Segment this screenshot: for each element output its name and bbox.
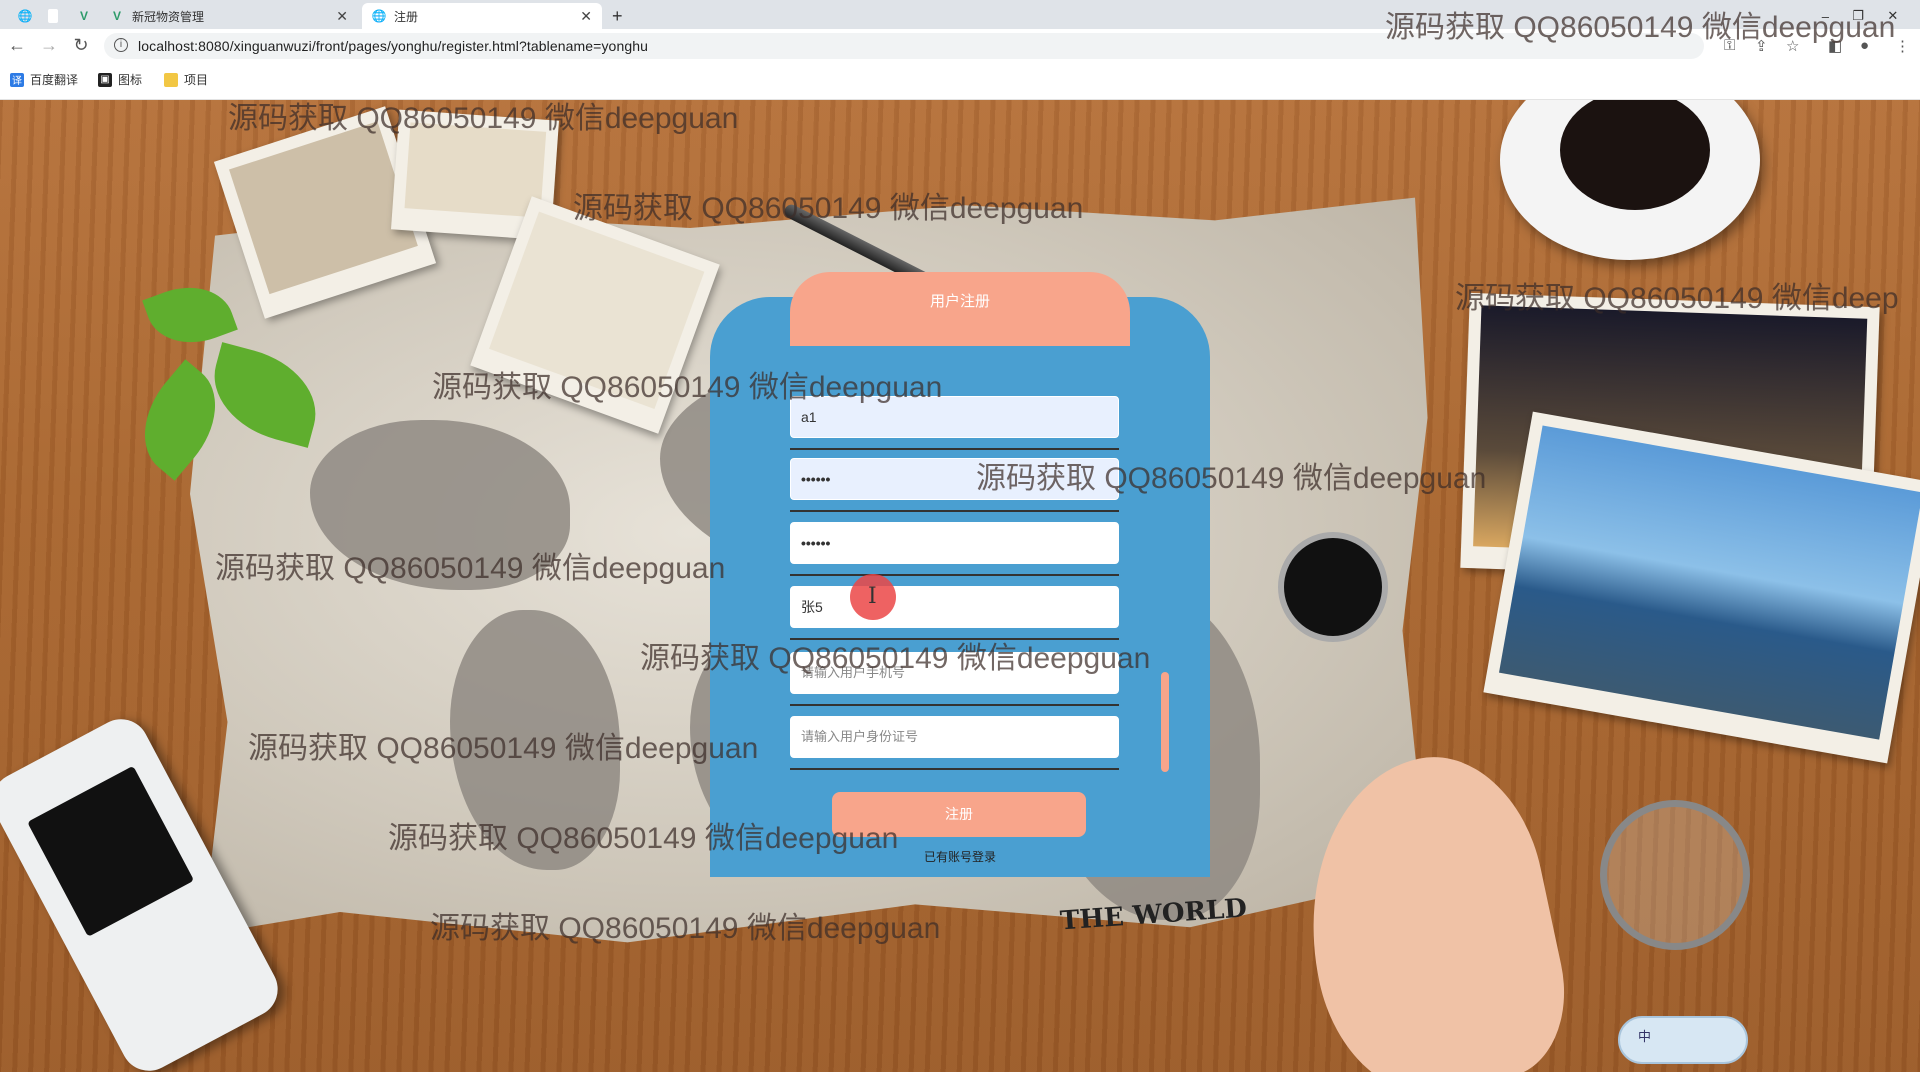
back-icon[interactable]: ← <box>6 35 28 56</box>
folder-icon <box>164 72 178 87</box>
close-tab-icon[interactable]: ✕ <box>336 8 348 25</box>
image-icon: ▣ <box>98 72 112 87</box>
watermark: 源码获取 QQ86050149 微信deepguan <box>432 371 943 404</box>
bookmark-baidu-translate[interactable]: 译 百度翻译 <box>10 71 78 88</box>
watermark: 源码获取 QQ86050149 微信deepguan <box>1385 11 1896 44</box>
field-divider <box>790 510 1119 512</box>
reload-icon[interactable]: ↻ <box>70 35 92 56</box>
bookmark-icons[interactable]: ▣ 图标 <box>98 71 142 88</box>
menu-icon[interactable]: ⋮ <box>1895 37 1910 55</box>
new-tab-button[interactable]: + <box>612 3 638 29</box>
tab-pinned-2[interactable] <box>38 3 66 29</box>
translate-icon: 译 <box>10 72 24 87</box>
close-tab-icon[interactable]: ✕ <box>580 8 592 25</box>
text-cursor-icon: I <box>868 584 877 609</box>
watermark: 源码获取 QQ86050149 微信deepguan <box>248 732 759 765</box>
bookmark-project[interactable]: 项目 <box>164 71 208 88</box>
watermark: 源码获取 QQ86050149 微信deepguan <box>640 642 1151 675</box>
tab-label: 注册 <box>394 9 419 24</box>
form-scrollbar[interactable] <box>1161 672 1169 772</box>
field-divider <box>790 704 1119 706</box>
tab-pinned-vue[interactable]: V <box>70 3 96 29</box>
watermark: 源码获取 QQ86050149 微信deepguan <box>573 192 1084 225</box>
coffee-cup <box>1500 100 1760 260</box>
bookmark-label: 图标 <box>118 73 143 87</box>
tab-xinguan[interactable]: V 新冠物资管理 ✕ <box>100 3 358 29</box>
blank-page-icon <box>48 9 58 23</box>
tab-register[interactable]: 🌐 注册 ✕ <box>362 3 602 29</box>
watermark: 源码获取 QQ86050149 微信deepguan <box>976 462 1487 495</box>
globe-icon: 🌐 <box>371 9 387 23</box>
magnifying-glass <box>1600 800 1750 950</box>
watermark: 源码获取 QQ86050149 微信deepguan <box>430 912 941 945</box>
tab-pinned-1[interactable]: 🌐 <box>8 3 34 29</box>
ime-label: 中 <box>1638 1029 1652 1044</box>
compass <box>1278 532 1388 642</box>
vue-icon: V <box>80 9 89 23</box>
confirm-password-input[interactable]: •••••• <box>790 522 1119 564</box>
plus-icon: + <box>612 5 623 26</box>
url-text[interactable]: localhost:8080/xinguanwuzi/front/pages/y… <box>138 38 648 54</box>
watermark: 源码获取 QQ86050149 微信deep <box>1455 282 1899 315</box>
bookmark-label: 百度翻译 <box>30 73 79 87</box>
ime-indicator[interactable]: 中 <box>1618 1016 1748 1064</box>
field-divider <box>790 574 1119 576</box>
field-divider <box>790 448 1119 450</box>
forward-icon[interactable]: → <box>38 35 60 56</box>
site-info-icon[interactable]: i <box>114 38 128 52</box>
watermark: 源码获取 QQ86050149 微信deepguan <box>215 552 726 585</box>
watermark: 源码获取 QQ86050149 微信deepguan <box>388 822 899 855</box>
vue-icon: V <box>112 9 121 23</box>
globe-icon: 🌐 <box>17 9 33 23</box>
bookmark-label: 项目 <box>184 73 209 87</box>
register-title: 用户注册 <box>929 293 990 310</box>
id-number-input[interactable]: 请输入用户身份证号 <box>790 716 1119 758</box>
name-input[interactable]: 张5 <box>790 586 1119 628</box>
watermark: 源码获取 QQ86050149 微信deepguan <box>228 102 739 135</box>
tab-label: 新冠物资管理 <box>132 9 205 24</box>
field-divider <box>790 768 1119 770</box>
